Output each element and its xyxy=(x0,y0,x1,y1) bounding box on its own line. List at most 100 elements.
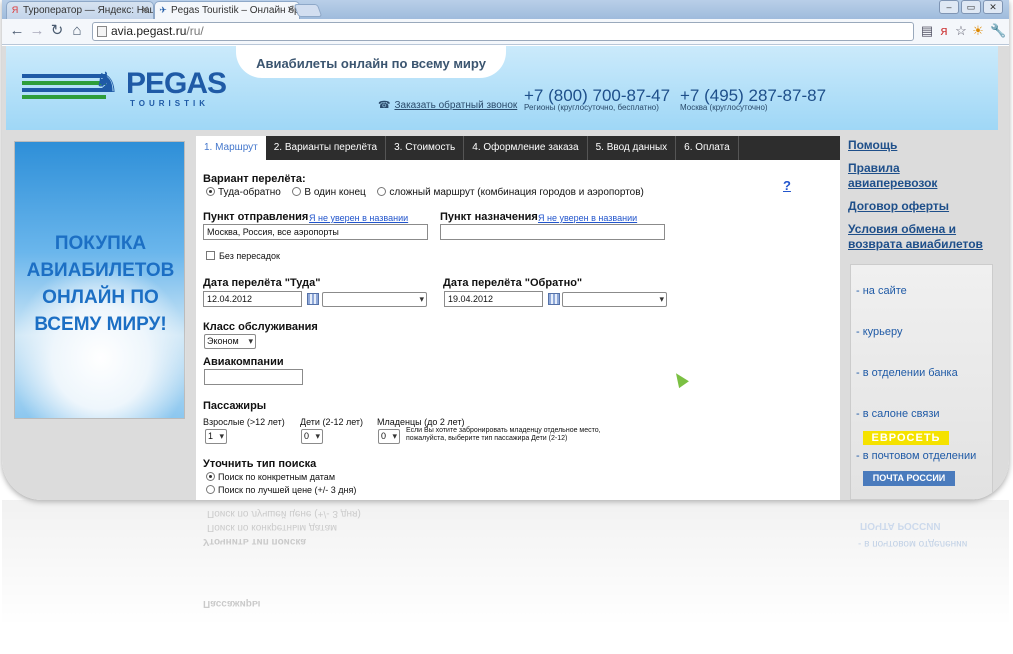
nonstop-label: Без пересадок xyxy=(219,251,280,261)
exact-dates-label: Поиск по конкретным датам xyxy=(218,472,336,482)
page-icon xyxy=(97,26,107,37)
infants-select[interactable]: 0 xyxy=(378,429,400,444)
radio-oneway[interactable] xyxy=(292,187,302,196)
phone-regions-note: Регионы (круглосуточно, бесплатно) xyxy=(524,103,659,112)
to-hint-link[interactable]: Я не уверен в названии xyxy=(538,213,637,223)
step-variants[interactable]: 2. Варианты перелёта xyxy=(266,136,387,160)
callback-link[interactable]: ☎ Заказать обратный звонок xyxy=(378,100,517,111)
pay-post[interactable]: - в почтовом отделении xyxy=(856,450,976,462)
reflection-text: Пассажиры xyxy=(203,598,261,609)
close-tab-icon[interactable]: ✕ xyxy=(141,2,149,19)
to-label: Пункт назначения xyxy=(440,211,538,223)
adults-select[interactable]: 1 xyxy=(205,429,227,444)
pegas-logo[interactable]: ♞ PEGAS TOURISTIK xyxy=(22,66,227,116)
page-reflection: Поиск по лучшей цене (+/- 3 дня) Поиск п… xyxy=(2,500,1009,654)
tab-title: Pegas Touristik – Онлайн бро... xyxy=(171,5,300,16)
pay-store[interactable]: - в салоне связи xyxy=(856,408,940,420)
euroset-logo: ЕВРОСЕТЬ xyxy=(863,431,949,445)
reflection-text: - в почтовом отделении xyxy=(858,538,968,549)
payment-methods: - на сайте - курьеру - в отделении банка… xyxy=(850,264,993,500)
browser-toolbar: ← → ↻ ⌂ avia.pegast.ru/ru/ ▤ я ☆ ☀ 🔧 xyxy=(2,19,1009,45)
variant-options: Туда-обратно В один конец сложный маршру… xyxy=(206,187,644,198)
exchange-link[interactable]: Условия обмена и возврата авиабилетов xyxy=(848,222,998,252)
tagline: Авиабилеты онлайн по всему миру xyxy=(236,46,506,78)
reload-icon[interactable]: ↻ xyxy=(48,22,66,40)
pay-bank[interactable]: - в отделении банка xyxy=(856,367,958,379)
to-input[interactable] xyxy=(440,224,665,240)
from-input[interactable]: Москва, Россия, все аэропорты xyxy=(203,224,428,240)
search-type-label: Уточнить тип поиска xyxy=(203,458,317,470)
from-label: Пункт отправления xyxy=(203,211,309,223)
tab-yandex[interactable]: Я Туроператор — Яндекс: Нац... ✕ xyxy=(6,1,154,19)
class-select[interactable]: Эконом xyxy=(204,334,256,349)
nonstop-option: Без пересадок xyxy=(206,251,280,261)
from-hint-link[interactable]: Я не уверен в названии xyxy=(309,213,408,223)
page-action-icon[interactable]: ▤ xyxy=(919,23,935,39)
time-back-select[interactable] xyxy=(562,292,667,307)
passengers-label: Пассажиры xyxy=(203,400,267,412)
children-select[interactable]: 0 xyxy=(301,429,323,444)
rules-link[interactable]: Правила авиаперевозок xyxy=(848,161,988,191)
tab-title: Туроператор — Яндекс: Нац... xyxy=(23,5,154,16)
address-bar[interactable]: avia.pegast.ru/ru/ xyxy=(92,22,914,41)
offer-link[interactable]: Договор оферты xyxy=(848,199,949,214)
oneway-label: В один конец xyxy=(304,187,366,198)
back-icon[interactable]: ← xyxy=(8,22,26,40)
reflection-text: ПОЧТА РОССИИ xyxy=(860,520,941,531)
search-option-dates: Поиск по конкретным датам xyxy=(206,472,335,482)
banner-line: ВСЕМУ МИРУ! xyxy=(34,314,167,335)
help-link[interactable]: ? xyxy=(783,178,791,193)
reflection-text: Уточнить тип поиска xyxy=(203,536,306,547)
logo-sub: TOURISTIK xyxy=(130,99,209,108)
yandex-bar-icon[interactable]: я xyxy=(936,23,952,39)
pay-online[interactable]: - на сайте xyxy=(856,285,907,297)
forward-icon[interactable]: → xyxy=(28,22,46,40)
new-tab-button[interactable] xyxy=(293,4,323,17)
radio-complex[interactable] xyxy=(377,187,387,196)
time-there-select[interactable] xyxy=(322,292,427,307)
home-icon[interactable]: ⌂ xyxy=(68,22,86,40)
help-sidebar-link[interactable]: Помощь xyxy=(848,138,897,153)
calendar-icon[interactable] xyxy=(307,293,319,305)
nonstop-checkbox[interactable] xyxy=(206,251,215,260)
bookmark-star-icon[interactable]: ☆ xyxy=(953,23,969,39)
radio-best-price[interactable] xyxy=(206,485,215,494)
step-order[interactable]: 4. Оформление заказа xyxy=(464,136,588,160)
tab-strip: Я Туроператор — Яндекс: Нац... ✕ ✈ Pegas… xyxy=(2,0,1009,19)
class-label: Класс обслуживания xyxy=(203,321,318,333)
children-label: Дети (2-12 лет) xyxy=(300,417,364,427)
page-content: Авиабилеты онлайн по всему миру ♞ PEGAS … xyxy=(2,46,1009,500)
step-price[interactable]: 3. Стоимость xyxy=(386,136,465,160)
variant-label: Вариант перелёта: xyxy=(203,173,306,185)
right-sidebar: Помощь Правила авиаперевозок Договор офе… xyxy=(840,134,1004,500)
date-back-input[interactable]: 19.04.2012 xyxy=(444,291,543,307)
calendar-icon[interactable] xyxy=(548,293,560,305)
yandex-favicon-icon: Я xyxy=(11,5,19,15)
tab-pegas[interactable]: ✈ Pegas Touristik – Онлайн бро... ✕ xyxy=(154,1,300,19)
search-option-price: Поиск по лучшей цене (+/- 3 дня) xyxy=(206,485,356,495)
close-window-icon[interactable]: ✕ xyxy=(983,0,1003,14)
infants-note: Если Вы хотите забронировать младенцу от… xyxy=(406,427,601,442)
weather-extension-icon[interactable]: ☀ xyxy=(970,23,986,39)
step-route[interactable]: 1. Маршрут xyxy=(196,136,266,160)
infants-label: Младенцы (до 2 лет) xyxy=(377,417,465,427)
reflection-text: Поиск по конкретным датам xyxy=(207,522,338,533)
airlines-input[interactable] xyxy=(204,369,303,385)
maximize-icon[interactable]: ▭ xyxy=(961,0,981,14)
promo-banner[interactable]: ПОКУПКА АВИАБИЛЕТОВ ОНЛАЙН ПО ВСЕМУ МИРУ… xyxy=(14,141,186,419)
step-payment[interactable]: 6. Оплата xyxy=(676,136,739,160)
banner-line: ПОКУПКА xyxy=(54,233,147,254)
radio-roundtrip[interactable] xyxy=(206,187,215,196)
pegas-favicon-icon: ✈ xyxy=(159,5,167,15)
phone-moscow-note: Москва (круглосуточно) xyxy=(680,103,768,112)
minimize-icon[interactable]: – xyxy=(939,0,959,14)
step-data-entry[interactable]: 5. Ввод данных xyxy=(588,136,677,160)
url-host: avia.pegast.ru xyxy=(111,24,187,38)
date-there-input[interactable]: 12.04.2012 xyxy=(203,291,302,307)
radio-exact-dates[interactable] xyxy=(206,472,215,481)
logo-name: PEGAS xyxy=(126,67,227,100)
mouse-cursor-icon xyxy=(671,369,689,389)
wrench-icon[interactable]: 🔧 xyxy=(990,23,1006,39)
pay-courier[interactable]: - курьеру xyxy=(856,326,903,338)
banner-line: АВИАБИЛЕТОВ xyxy=(26,260,175,281)
